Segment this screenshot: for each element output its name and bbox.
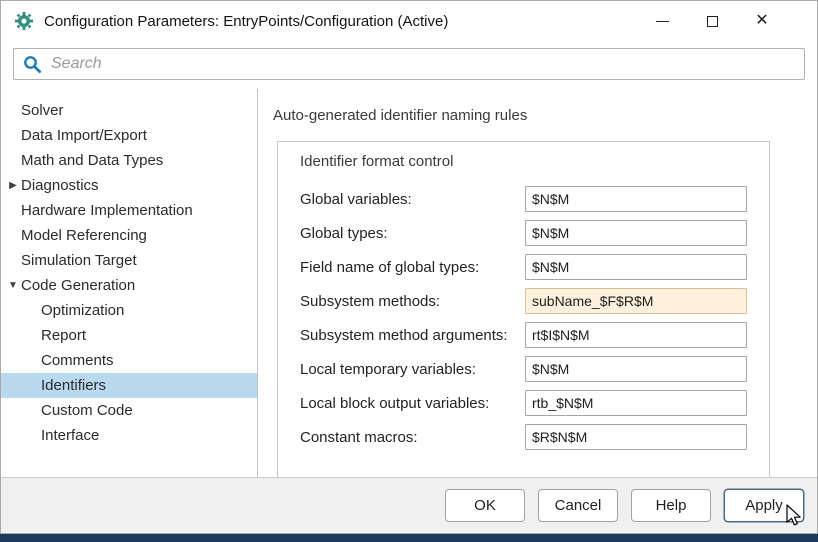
search-input[interactable] [51,55,795,73]
subsystem-method-arguments-input[interactable] [525,322,747,348]
sidebar-item-hardware-implementation[interactable]: Hardware Implementation [1,198,257,223]
apply-button[interactable]: Apply [724,489,804,522]
page-title: Auto-generated identifier naming rules [273,107,528,124]
sidebar-item-identifiers[interactable]: Identifiers [1,373,257,398]
subsystem-methods-input[interactable] [525,288,747,314]
simulink-gear-icon [15,12,33,30]
field-label: Global types: [300,224,388,242]
global-types-input[interactable] [525,220,747,246]
field-row-subsystem-method-arguments: Subsystem method arguments: [300,322,769,348]
local-temporary-variables-input[interactable] [525,356,747,382]
minimize-icon [655,20,669,22]
field-label: Subsystem method arguments: [300,326,508,344]
sidebar-item-diagnostics[interactable]: ▶ Diagnostics [1,173,257,198]
help-button[interactable]: Help [631,489,711,522]
cancel-button[interactable]: Cancel [538,489,618,522]
close-button[interactable]: ✕ [737,1,787,41]
field-label: Local temporary variables: [300,360,476,378]
search-bar[interactable] [13,48,805,80]
sidebar-item-solver[interactable]: Solver [1,98,257,123]
sidebar-item-comments[interactable]: Comments [1,348,257,373]
window-controls: ✕ [637,1,787,41]
chevron-right-icon[interactable]: ▶ [6,173,20,198]
maximize-icon [706,15,718,27]
dialog-body: Solver Data Import/Export Math and Data … [1,89,817,477]
ok-button[interactable]: OK [445,489,525,522]
configuration-parameters-dialog: Configuration Parameters: EntryPoints/Co… [0,0,818,534]
constant-macros-input[interactable] [525,424,747,450]
local-block-output-variables-input[interactable] [525,390,747,416]
taskbar-strip [0,534,818,542]
group-title: Identifier format control [300,153,454,170]
field-row-constant-macros: Constant macros: [300,424,769,450]
field-name-of-global-types-input[interactable] [525,254,747,280]
maximize-button[interactable] [687,1,737,41]
minimize-button[interactable] [637,1,687,41]
field-label: Constant macros: [300,428,418,446]
title-bar: Configuration Parameters: EntryPoints/Co… [1,1,817,41]
sidebar-item-math-and-data-types[interactable]: Math and Data Types [1,148,257,173]
sidebar-item-custom-code[interactable]: Custom Code [1,398,257,423]
sidebar-item-report[interactable]: Report [1,323,257,348]
field-label: Local block output variables: [300,394,490,412]
window-title: Configuration Parameters: EntryPoints/Co… [44,12,449,30]
field-label: Subsystem methods: [300,292,441,310]
field-row-global-variables: Global variables: [300,186,769,212]
field-row-local-temporary-variables: Local temporary variables: [300,356,769,382]
sidebar-item-code-generation[interactable]: ▼ Code Generation [1,273,257,298]
global-variables-input[interactable] [525,186,747,212]
chevron-down-icon[interactable]: ▼ [6,273,20,298]
field-row-global-types: Global types: [300,220,769,246]
content-pane: Auto-generated identifier naming rules I… [258,89,817,477]
field-label: Field name of global types: [300,258,480,276]
button-bar: OK Cancel Help Apply [1,477,817,533]
field-row-field-name-of-global-types: Field name of global types: [300,254,769,280]
search-icon [24,55,42,73]
field-row-local-block-output-variables: Local block output variables: [300,390,769,416]
field-list: Global variables: Global types: Field na… [300,186,769,450]
sidebar-item-simulation-target[interactable]: Simulation Target [1,248,257,273]
close-icon: ✕ [755,12,769,29]
identifier-format-control-group: Identifier format control Global variabl… [277,141,770,477]
sidebar-item-data-import-export[interactable]: Data Import/Export [1,123,257,148]
sidebar-item-optimization[interactable]: Optimization [1,298,257,323]
sidebar-item-model-referencing[interactable]: Model Referencing [1,223,257,248]
field-label: Global variables: [300,190,412,208]
field-row-subsystem-methods: Subsystem methods: [300,288,769,314]
category-tree: Solver Data Import/Export Math and Data … [1,89,258,477]
sidebar-item-interface[interactable]: Interface [1,423,257,448]
